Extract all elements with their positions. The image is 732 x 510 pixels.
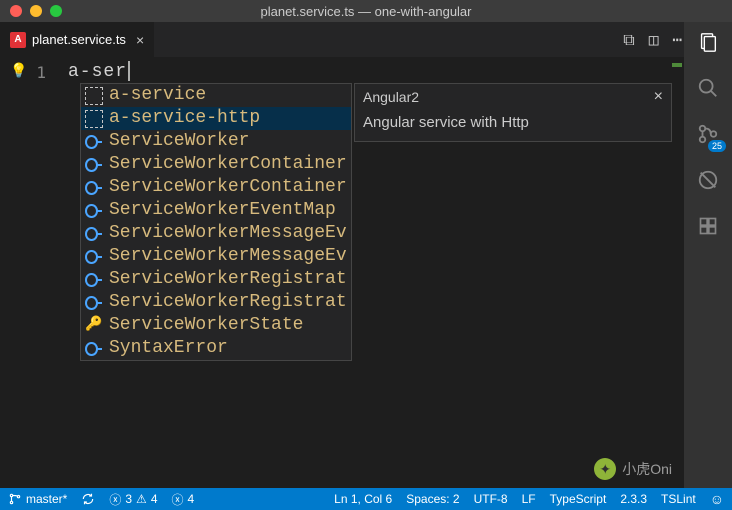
suggestion-item[interactable]: ServiceWorkerContainer [81, 153, 351, 176]
status-bar: master* ⓧ3 ⚠4 ⓧ4 Ln 1, Col 6 Spaces: 2 U… [0, 488, 732, 510]
tab-close-icon[interactable]: × [136, 32, 144, 48]
status-ts-version[interactable]: 2.3.3 [620, 492, 647, 506]
maximize-window-button[interactable] [50, 5, 62, 17]
suggestion-item[interactable]: a-service-http [81, 107, 351, 130]
suggestion-item[interactable]: ServiceWorkerRegistratio [81, 268, 351, 291]
details-close-icon[interactable]: × [654, 88, 663, 106]
watermark-text: 小虎Oni [622, 459, 672, 479]
ruler-mark [672, 63, 682, 67]
line-number: 1 [27, 57, 60, 82]
details-body: Angular service with Http [355, 110, 671, 141]
search-icon[interactable] [696, 76, 720, 100]
suggestion-label: ServiceWorkerContainerEv [109, 176, 347, 199]
snippet-icon [85, 110, 103, 128]
status-cursor-position[interactable]: Ln 1, Col 6 [334, 492, 392, 506]
code-text: a-ser [68, 62, 127, 82]
status-eol[interactable]: LF [522, 492, 536, 506]
circ-icon [85, 133, 103, 151]
close-window-button[interactable] [10, 5, 22, 17]
suggestion-label: ServiceWorkerContainer [109, 153, 347, 176]
circ-icon [85, 156, 103, 174]
tab-active[interactable]: A planet.service.ts × [0, 22, 155, 57]
status-errors2[interactable]: ⓧ4 [172, 491, 195, 508]
suggestion-item[interactable]: SyntaxError [81, 337, 351, 360]
suggestion-item[interactable]: ServiceWorkerMessageEven [81, 245, 351, 268]
status-encoding[interactable]: UTF-8 [474, 492, 508, 506]
circ-icon [85, 179, 103, 197]
circ-icon [85, 248, 103, 266]
suggestion-label: a-service [109, 84, 206, 107]
warning-icon: ⚠ [136, 492, 147, 506]
status-sync[interactable] [81, 492, 95, 506]
suggestion-item[interactable]: ServiceWorker [81, 130, 351, 153]
window-title: planet.service.ts — one-with-angular [261, 4, 472, 19]
explorer-icon[interactable] [696, 30, 720, 54]
watermark: ✦ 小虎Oni [594, 458, 672, 480]
window-titlebar: planet.service.ts — one-with-angular [0, 0, 732, 22]
tab-bar: A planet.service.ts × ⧉ ◫ ⋯ [0, 22, 732, 57]
feedback-icon[interactable]: ☺ [710, 491, 724, 507]
circ-icon [85, 202, 103, 220]
error-icon: ⓧ [109, 491, 121, 508]
angular-file-icon: A [10, 32, 26, 48]
suggestion-label: a-service-http [109, 107, 260, 130]
suggestion-label: SyntaxError [109, 337, 228, 360]
status-indentation[interactable]: Spaces: 2 [406, 492, 459, 506]
minimize-window-button[interactable] [30, 5, 42, 17]
suggestion-label: ServiceWorker [109, 130, 249, 153]
details-title: Angular2 [363, 89, 419, 105]
split-editor-icon[interactable]: ◫ [649, 30, 659, 49]
extensions-icon[interactable] [696, 214, 720, 238]
window-controls [0, 5, 62, 17]
snippet-icon [85, 87, 103, 105]
suggestion-label: ServiceWorkerRegistratio [109, 268, 347, 291]
debug-icon[interactable] [696, 168, 720, 192]
text-cursor [128, 61, 130, 81]
suggestion-item[interactable]: 🔑 ServiceWorkerState [81, 314, 351, 337]
code-line[interactable]: a-ser [68, 61, 130, 82]
circ-icon [85, 340, 103, 358]
suggestion-item[interactable]: ServiceWorkerMessageEven [81, 222, 351, 245]
suggestion-item[interactable]: a-service [81, 84, 351, 107]
scm-badge: 25 [708, 140, 726, 152]
status-errors[interactable]: ⓧ3 ⚠4 [109, 491, 157, 508]
key-icon: 🔑 [85, 317, 103, 335]
status-branch[interactable]: master* [8, 492, 67, 506]
editor-area[interactable]: 💡 1 a-ser a-servicea-service-httpService… [0, 57, 684, 488]
circ-icon [85, 271, 103, 289]
error-icon: ⓧ [172, 491, 184, 508]
more-actions-icon[interactable]: ⋯ [672, 30, 682, 49]
suggestion-label: ServiceWorkerEventMap [109, 199, 336, 222]
suggestion-label: ServiceWorkerMessageEven [109, 222, 347, 245]
activity-bar: 25 [684, 22, 732, 488]
status-tslint[interactable]: TSLint [661, 492, 696, 506]
compare-changes-icon[interactable]: ⧉ [623, 30, 634, 50]
editor-gutter: 💡 1 [0, 57, 60, 82]
circ-icon [85, 294, 103, 312]
suggestion-label: ServiceWorkerMessageEven [109, 245, 347, 268]
suggestion-label: ServiceWorkerState [109, 314, 303, 337]
circ-icon [85, 225, 103, 243]
intellisense-details-widget: Angular2 × Angular service with Http [354, 83, 672, 142]
suggestion-label: ServiceWorkerRegistratio [109, 291, 347, 314]
wechat-icon: ✦ [594, 458, 616, 480]
suggestion-item[interactable]: ServiceWorkerContainerEv [81, 176, 351, 199]
tab-filename: planet.service.ts [32, 32, 126, 47]
suggestion-item[interactable]: ServiceWorkerRegistratio [81, 291, 351, 314]
lightbulb-icon[interactable]: 💡 [0, 57, 27, 82]
status-language[interactable]: TypeScript [550, 492, 607, 506]
intellisense-suggest-widget[interactable]: a-servicea-service-httpServiceWorkerServ… [80, 83, 352, 361]
source-control-icon[interactable]: 25 [696, 122, 720, 146]
overview-ruler[interactable] [670, 57, 684, 488]
tab-actions: ⧉ ◫ ⋯ [623, 22, 682, 57]
suggestion-item[interactable]: ServiceWorkerEventMap [81, 199, 351, 222]
